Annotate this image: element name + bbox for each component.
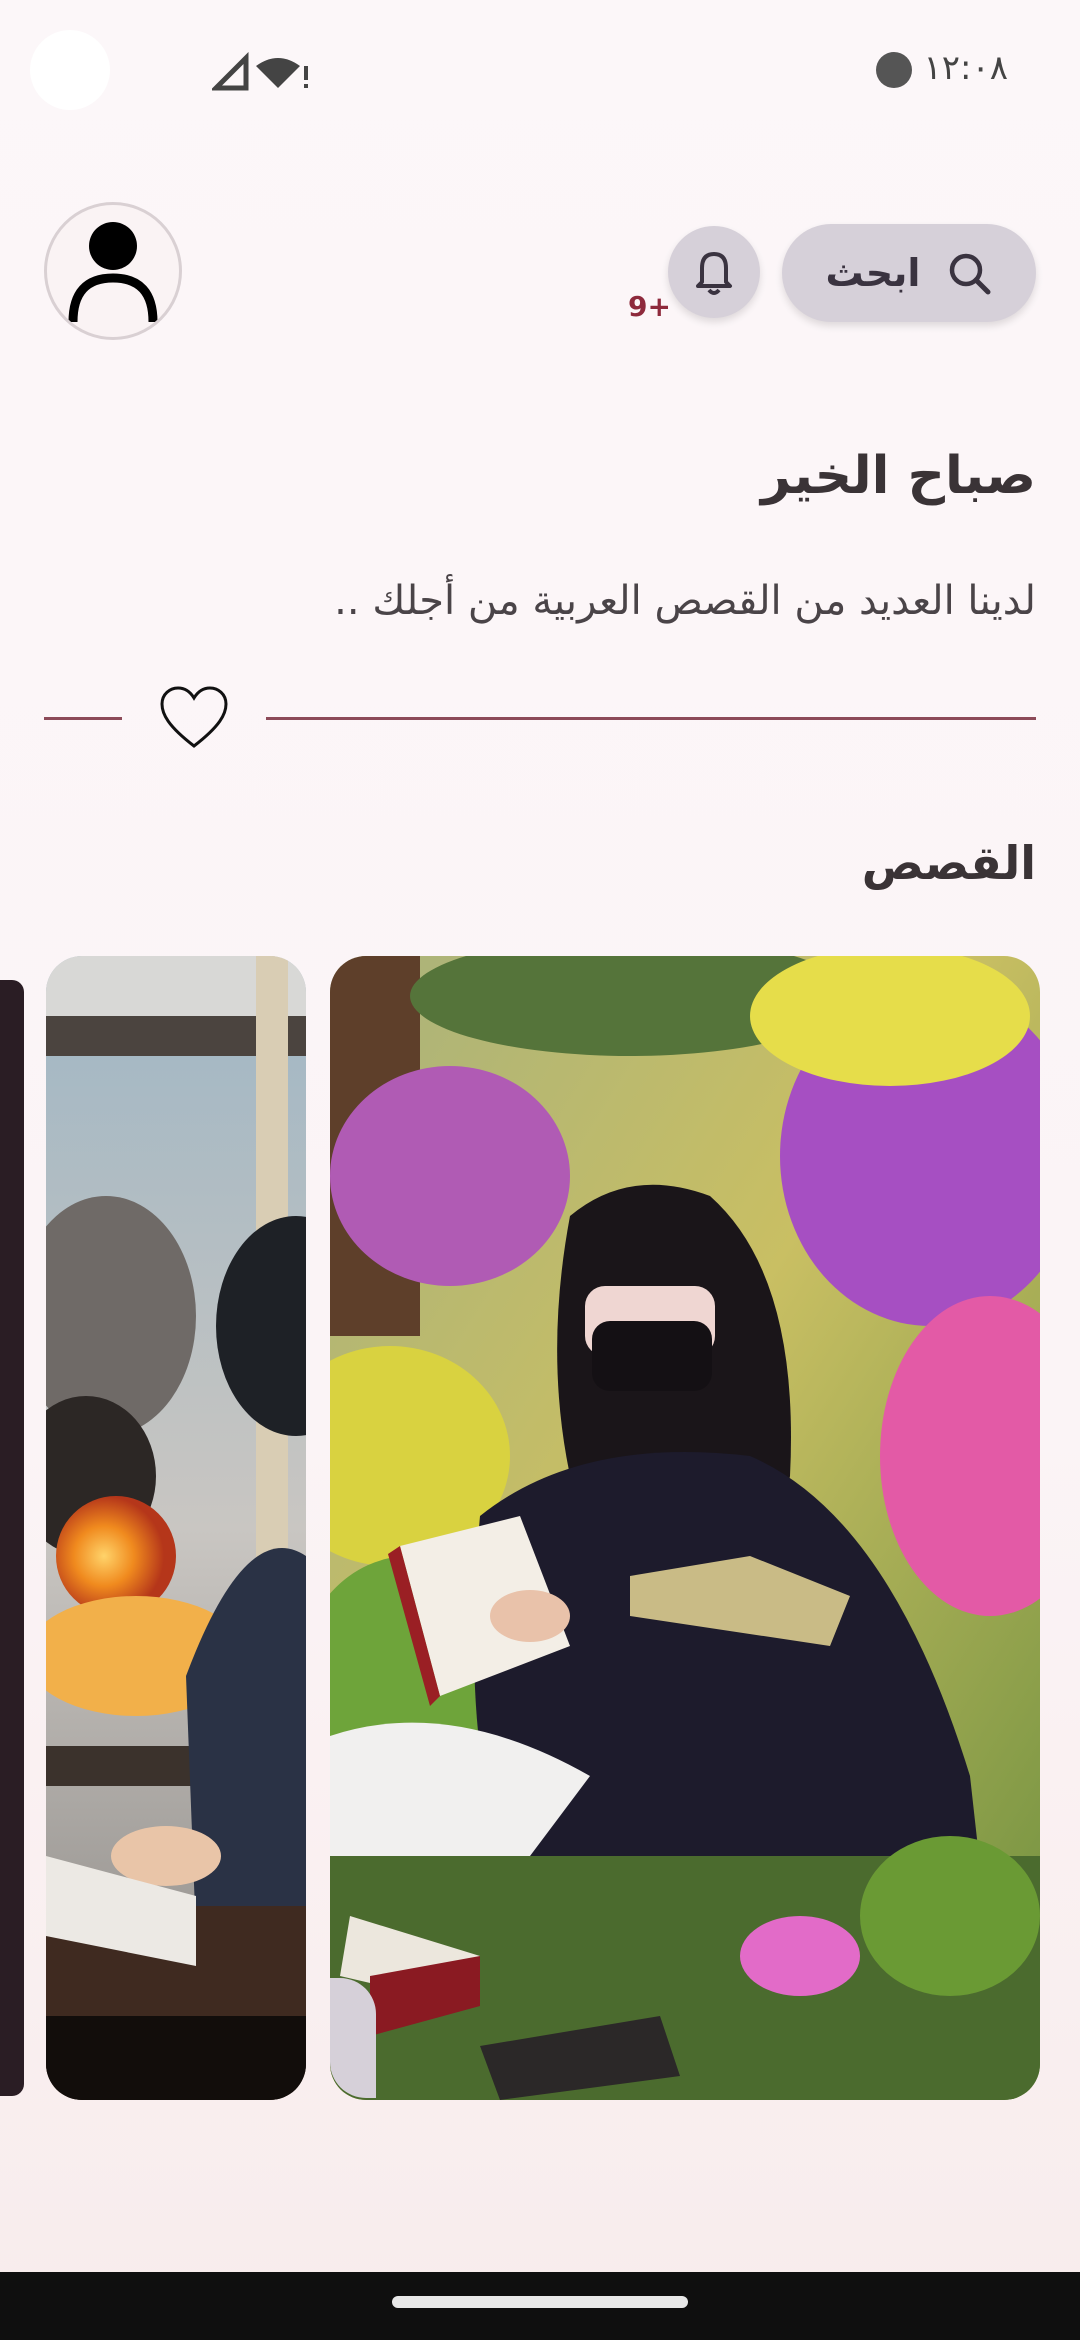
signal-wifi-icons	[212, 52, 308, 91]
story-card[interactable]	[330, 956, 1040, 2100]
profile-avatar-button[interactable]	[44, 202, 182, 340]
stories-section-title: القصص	[861, 836, 1036, 890]
story-card[interactable]	[46, 956, 306, 2100]
greeting-subtitle: لدينا العديد من القصص العربية من أجلك ..	[334, 578, 1036, 624]
camera-cutout	[30, 30, 110, 110]
divider	[44, 717, 122, 720]
user-avatar-icon	[68, 222, 158, 323]
face-icon	[876, 52, 912, 88]
story-card-partial[interactable]	[0, 980, 24, 2096]
search-icon	[950, 253, 991, 295]
notifications-button[interactable]	[668, 226, 760, 318]
home-gesture-handle[interactable]	[392, 2296, 688, 2308]
story-image-boy-window	[46, 956, 306, 2100]
favorite-tab[interactable]	[330, 1978, 376, 2098]
divider	[266, 717, 1036, 720]
heart-icon	[160, 686, 228, 748]
search-label: ابحث	[825, 251, 921, 295]
notification-badge: 9+	[628, 290, 671, 323]
search-button[interactable]: ابحث	[782, 224, 1036, 322]
greeting-title: صباح الخير	[761, 446, 1036, 506]
story-image-girl-reading	[330, 956, 1040, 2100]
bell-icon	[696, 252, 732, 295]
status-time: ١٢:٠٨	[923, 48, 1008, 88]
